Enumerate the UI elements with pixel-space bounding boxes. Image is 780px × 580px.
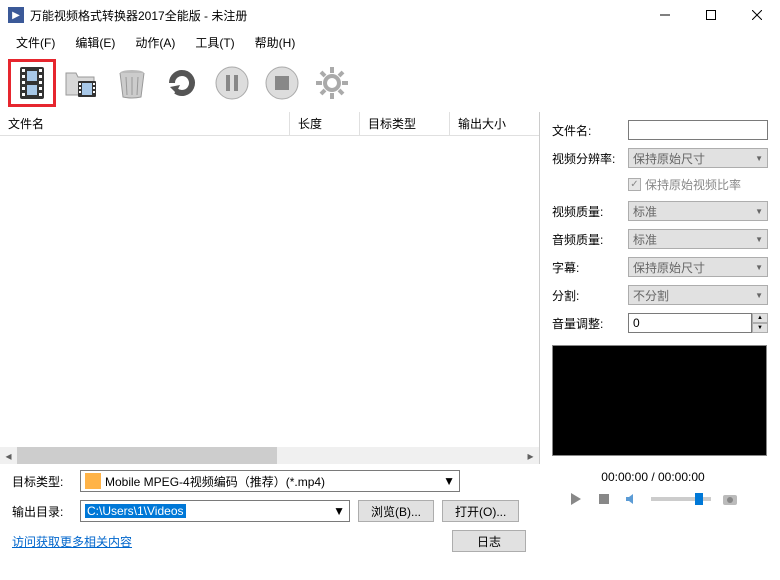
split-label: 分割: [552, 287, 622, 304]
file-list[interactable] [0, 136, 539, 447]
convert-arrow-icon [162, 63, 202, 103]
scroll-right-arrow[interactable]: ▸ [522, 447, 539, 464]
stop-button[interactable] [258, 59, 306, 107]
video-quality-select[interactable]: 标准▼ [628, 201, 768, 221]
trash-icon [112, 63, 152, 103]
stop-icon [262, 63, 302, 103]
target-type-label: 目标类型: [12, 473, 72, 490]
file-list-panel: 文件名 长度 目标类型 输出大小 ◂ ▸ [0, 112, 540, 464]
filename-input[interactable] [628, 120, 768, 140]
filename-label: 文件名: [552, 122, 622, 139]
play-button[interactable] [567, 490, 585, 508]
scroll-thumb[interactable] [17, 447, 277, 464]
properties-panel: 文件名: 视频分辨率: 保持原始尺寸▼ ✓ 保持原始视频比率 视频质量: 标准▼… [540, 112, 780, 464]
resolution-select[interactable]: 保持原始尺寸▼ [628, 148, 768, 168]
app-icon: ▶ [8, 7, 24, 23]
browse-button[interactable]: 浏览(B)... [358, 500, 434, 522]
time-display: 00:00:00 / 00:00:00 [601, 470, 704, 484]
output-dir-select[interactable]: C:\Users\1\Videos ▼ [80, 500, 350, 522]
film-icon [12, 63, 52, 103]
menubar: 文件(F) 编辑(E) 动作(A) 工具(T) 帮助(H) [0, 30, 780, 54]
target-type-select[interactable]: Mobile MPEG-4视频编码（推荐）(*.mp4) ▼ [80, 470, 460, 492]
col-length[interactable]: 长度 [290, 112, 360, 135]
convert-button[interactable] [158, 59, 206, 107]
subtitle-label: 字幕: [552, 259, 622, 276]
video-preview [552, 345, 767, 456]
gear-icon [312, 63, 352, 103]
menu-tools[interactable]: 工具(T) [187, 32, 242, 53]
spinner-down[interactable]: ▼ [752, 323, 768, 333]
titlebar: ▶ 万能视频格式转换器2017全能版 - 未注册 [0, 0, 780, 30]
player-stop-button[interactable] [595, 490, 613, 508]
snapshot-button[interactable] [721, 490, 739, 508]
window-title: 万能视频格式转换器2017全能版 - 未注册 [30, 7, 642, 24]
pause-button[interactable] [208, 59, 256, 107]
split-select[interactable]: 不分割▼ [628, 285, 768, 305]
format-icon [85, 473, 101, 489]
menu-file[interactable]: 文件(F) [8, 32, 63, 53]
menu-edit[interactable]: 编辑(E) [67, 32, 123, 53]
minimize-button[interactable] [642, 0, 688, 30]
horizontal-scrollbar[interactable]: ◂ ▸ [0, 447, 539, 464]
audio-quality-label: 音频质量: [552, 231, 622, 248]
volume-icon[interactable] [623, 490, 641, 508]
bottom-panel: 目标类型: Mobile MPEG-4视频编码（推荐）(*.mp4) ▼ 输出目… [0, 464, 780, 558]
player-panel: 00:00:00 / 00:00:00 [538, 470, 768, 552]
subtitle-select[interactable]: 保持原始尺寸▼ [628, 257, 768, 277]
spinner-up[interactable]: ▲ [752, 313, 768, 323]
open-button[interactable]: 打开(O)... [442, 500, 519, 522]
resolution-label: 视频分辨率: [552, 150, 622, 167]
add-file-button[interactable] [8, 59, 56, 107]
col-target-type[interactable]: 目标类型 [360, 112, 450, 135]
maximize-button[interactable] [688, 0, 734, 30]
close-button[interactable] [734, 0, 780, 30]
main-area: 文件名 长度 目标类型 输出大小 ◂ ▸ 文件名: 视频分辨率: 保持原始尺寸▼… [0, 112, 780, 464]
related-link[interactable]: 访问获取更多相关内容 [12, 533, 132, 550]
delete-button[interactable] [108, 59, 156, 107]
video-quality-label: 视频质量: [552, 203, 622, 220]
volume-label: 音量调整: [552, 315, 622, 332]
pause-icon [212, 63, 252, 103]
col-filename[interactable]: 文件名 [0, 112, 290, 135]
scroll-left-arrow[interactable]: ◂ [0, 447, 17, 464]
output-dir-label: 输出目录: [12, 503, 72, 520]
settings-button[interactable] [308, 59, 356, 107]
add-folder-button[interactable] [58, 59, 106, 107]
toolbar [0, 54, 780, 112]
col-output-size[interactable]: 输出大小 [450, 112, 539, 135]
folder-film-icon [62, 63, 102, 103]
keep-ratio-label: 保持原始视频比率 [645, 176, 741, 193]
log-button[interactable]: 日志 [452, 530, 526, 552]
menu-help[interactable]: 帮助(H) [247, 32, 304, 53]
keep-ratio-checkbox[interactable]: ✓ [628, 178, 641, 191]
list-header: 文件名 长度 目标类型 输出大小 [0, 112, 539, 136]
audio-quality-select[interactable]: 标准▼ [628, 229, 768, 249]
volume-spinner[interactable]: 0 ▲▼ [628, 313, 768, 333]
menu-action[interactable]: 动作(A) [127, 32, 183, 53]
volume-slider[interactable] [651, 497, 711, 501]
